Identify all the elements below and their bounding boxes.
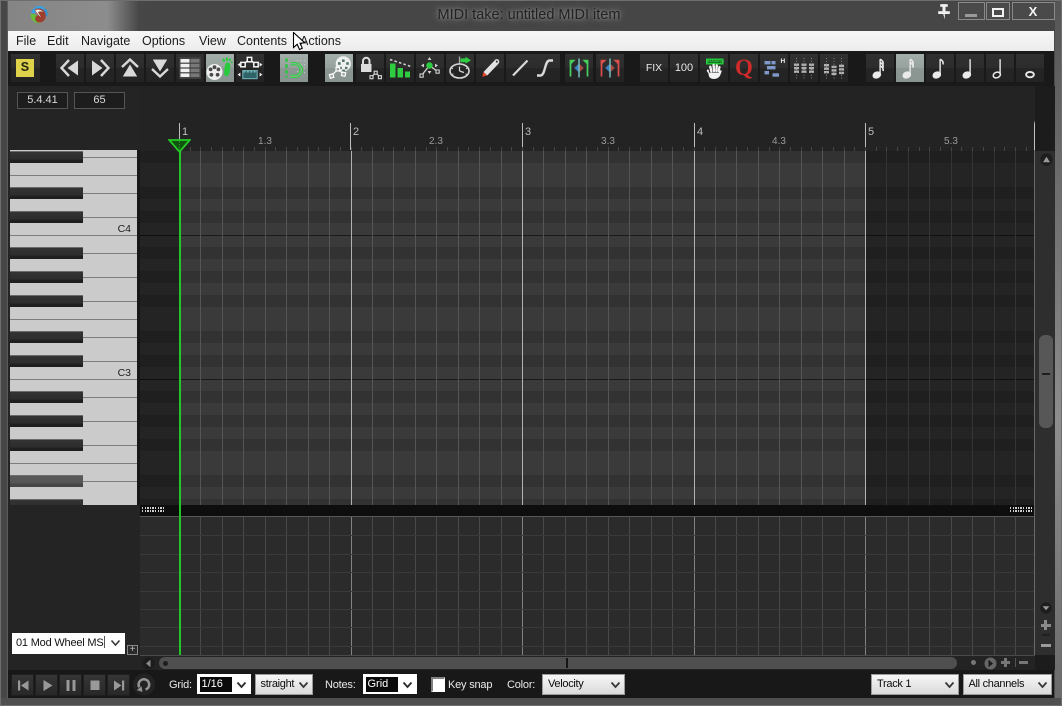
svg-text:DRAWING: DRAWING	[706, 60, 724, 64]
svg-text:H: H	[781, 58, 786, 65]
